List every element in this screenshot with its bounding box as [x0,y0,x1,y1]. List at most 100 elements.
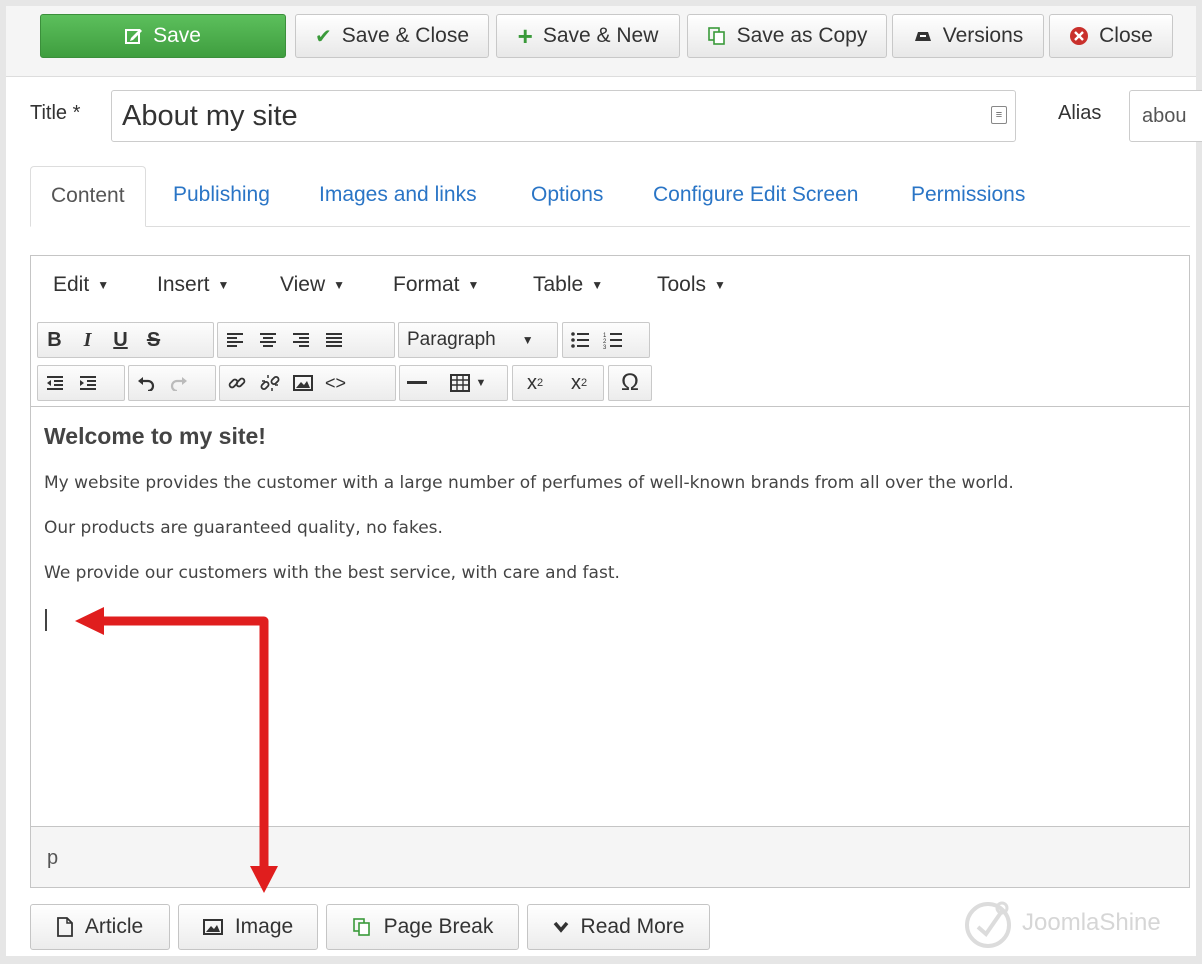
menu-table[interactable]: Table ▼ [533,273,603,297]
caret-down-icon: ▼ [97,278,110,293]
tab-configure-edit-screen[interactable]: Configure Edit Screen [653,166,858,226]
outdent-icon[interactable] [38,366,71,400]
archive-icon [913,29,933,43]
rich-text-editor: Edit ▼ Insert ▼ View ▼ Format ▼ Table ▼ Tools… [30,255,1190,888]
horizontal-rule-icon[interactable] [400,366,433,400]
editor-toolbar-row-1: B I U S Paragraph ▼ 1 2 3 [31,320,1189,360]
content-heading: Welcome to my site! [44,423,266,449]
align-center-icon[interactable] [251,323,284,357]
screenshot-frame [1196,0,1202,964]
tab-content[interactable]: Content [30,166,146,227]
content-paragraph: We provide our customers with the best s… [44,563,620,583]
numbered-list-icon[interactable]: 123 [596,323,629,357]
page-break-button[interactable]: Page Break [326,904,519,950]
logo-text: JoomlaShine [1022,909,1161,936]
image-button[interactable]: Image [178,904,318,950]
omega-icon[interactable]: Ω [609,366,651,400]
undo-icon[interactable] [129,366,162,400]
editor-content-area[interactable]: Welcome to my site! My website provides … [31,406,1189,827]
caret-down-icon: ▼ [467,278,480,293]
image-label: Image [234,915,294,938]
close-button[interactable]: Close [1049,14,1173,58]
list-group: 123 [562,322,650,358]
caret-down-icon: ▼ [521,333,534,347]
menu-format[interactable]: Format ▼ [393,273,479,297]
field-info-icon: ≡ [991,106,1007,124]
close-circle-icon [1069,26,1089,46]
superscript-icon[interactable]: x2 [557,366,601,400]
table-icon[interactable]: ▼ [433,366,503,400]
script-group: x2 x2 [512,365,604,401]
edit-icon [125,27,143,45]
table-group: ▼ [399,365,508,401]
caret-down-icon: ▼ [333,278,346,293]
text-style-group: B I U S [37,322,214,358]
menu-table-label: Table [533,273,584,296]
italic-icon[interactable]: I [71,323,104,357]
editor-menubar: Edit ▼ Insert ▼ View ▼ Format ▼ Table ▼ Tools… [31,256,1189,316]
copy-icon [352,917,372,937]
redo-icon[interactable] [162,366,195,400]
menu-edit-label: Edit [53,273,90,296]
image-icon [202,919,223,935]
read-more-label: Read More [580,915,685,938]
align-justify-icon[interactable] [317,323,350,357]
screenshot-frame [0,0,6,964]
indent-group [37,365,125,401]
special-char-group: Ω [608,365,652,401]
screenshot-frame [0,956,1202,964]
tab-publishing[interactable]: Publishing [173,166,270,226]
save-copy-button[interactable]: Save as Copy [687,14,887,58]
editor-statusbar: p [31,826,1189,887]
align-left-icon[interactable] [218,323,251,357]
check-icon: ✔ [315,25,332,48]
menu-format-label: Format [393,273,460,296]
tab-permissions[interactable]: Permissions [911,166,1025,226]
menu-insert-label: Insert [157,273,210,296]
strikethrough-icon[interactable]: S [137,323,170,357]
menu-edit[interactable]: Edit ▼ [53,273,109,297]
menu-view[interactable]: View ▼ [280,273,345,297]
alias-input[interactable]: abou [1129,90,1202,142]
unlink-icon[interactable] [253,366,286,400]
underline-icon[interactable]: U [104,323,137,357]
versions-button[interactable]: Versions [892,14,1044,58]
joomlashine-logo: JoomlaShine [962,893,1187,953]
menu-insert[interactable]: Insert ▼ [157,273,229,297]
bold-icon[interactable]: B [38,323,71,357]
alignment-group [217,322,395,358]
file-add-icon [56,917,73,937]
tab-images-and-links[interactable]: Images and links [319,166,477,226]
caret-down-icon: ▼ [217,278,230,293]
menu-tools-label: Tools [657,273,707,296]
title-label: Title * [30,102,81,124]
link-icon[interactable] [220,366,253,400]
save-label: Save [153,24,201,47]
bullet-list-icon[interactable] [563,323,596,357]
article-label: Article [84,915,144,938]
caret-down-icon: ▼ [475,377,487,389]
menu-tools[interactable]: Tools ▼ [657,273,726,297]
code-icon[interactable]: <> [319,366,352,400]
format-select-value: Paragraph [407,329,496,350]
element-path[interactable]: p [47,847,58,870]
read-more-button[interactable]: Read More [527,904,710,950]
format-select[interactable]: Paragraph ▼ [398,322,558,358]
menu-view-label: View [280,273,326,296]
save-copy-label: Save as Copy [736,24,868,47]
article-button[interactable]: Article [30,904,170,950]
save-button[interactable]: Save [40,14,286,58]
subscript-icon[interactable]: x2 [513,366,557,400]
tab-options[interactable]: Options [531,166,603,226]
indent-icon[interactable] [71,366,104,400]
align-right-icon[interactable] [284,323,317,357]
page-break-label: Page Break [383,915,494,938]
title-input[interactable]: About my site [111,90,1016,142]
caret-down-icon: ▼ [714,278,726,293]
image-icon[interactable] [286,366,319,400]
save-close-label: Save & Close [341,24,469,47]
logo-mark-icon [965,901,1011,948]
save-new-button[interactable]: + Save & New [496,14,680,58]
save-close-button[interactable]: ✔ Save & Close [295,14,489,58]
content-paragraph: Our products are guaranteed quality, no … [44,518,443,538]
